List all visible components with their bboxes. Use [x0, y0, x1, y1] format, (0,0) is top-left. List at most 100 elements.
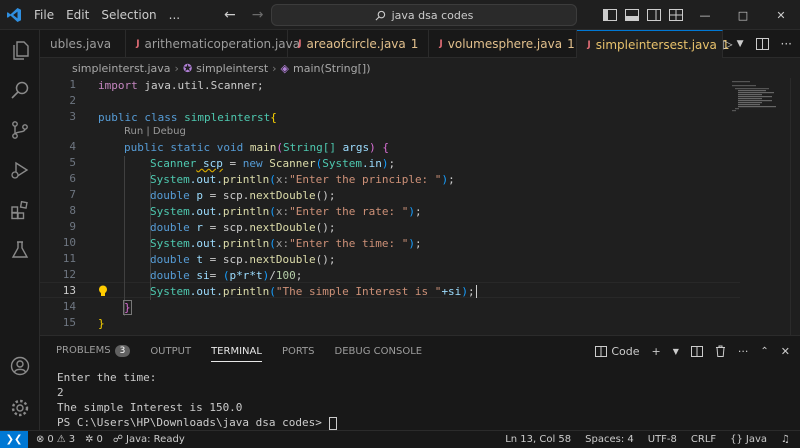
customize-layout-icon[interactable] [666, 5, 686, 25]
search-icon [375, 10, 385, 20]
tab-areaofcircle[interactable]: J areaofcircle.java 1 [288, 30, 430, 58]
code-line-current: System.out.println("The simple Interest … [150, 285, 477, 298]
language-mode[interactable]: {} Java [730, 434, 767, 445]
run-dropdown-icon[interactable]: ▼ [737, 39, 744, 49]
ports-count: 0 [96, 434, 103, 445]
tab-volumesphere[interactable]: J volumesphere.java 1 [429, 30, 578, 58]
error-count: 0 [47, 434, 54, 445]
more-actions-icon[interactable]: ··· [781, 37, 792, 51]
warning-count: 3 [68, 434, 76, 445]
breadcrumb-class[interactable]: simpleinterst [196, 62, 268, 75]
codelens-run-debug[interactable]: Run | Debug [124, 125, 186, 139]
line-number: 2 [69, 94, 76, 107]
toggle-panel-icon[interactable] [622, 5, 642, 25]
back-arrow-icon[interactable]: ← [224, 7, 236, 23]
manage-gear-icon[interactable] [0, 390, 40, 426]
terminal-prompt: PS C:\Users\HP\Downloads\java dsa codes> [57, 416, 329, 429]
explorer-icon[interactable] [0, 32, 40, 68]
terminal-selector[interactable]: Code [595, 344, 640, 358]
terminal-line: The simple Interest is 150.0 [57, 401, 243, 414]
tab-arithematicoperation[interactable]: J arithematicoperation.java [126, 30, 300, 58]
ports-status[interactable]: ✲ 0 [85, 434, 103, 445]
indentation[interactable]: Spaces: 4 [585, 434, 634, 445]
code-line: import java.util.Scanner; [98, 79, 264, 92]
tab-simpleinterst[interactable]: J simpleintersest.java 1 [577, 30, 730, 58]
remote-indicator-icon[interactable]: ❯❮ [0, 430, 28, 448]
more-actions-icon[interactable]: ··· [738, 345, 749, 358]
accounts-icon[interactable] [0, 348, 40, 384]
menu-selection[interactable]: Selection [95, 8, 162, 22]
search-view-icon[interactable] [0, 72, 40, 108]
toggle-primary-sidebar-icon[interactable] [600, 5, 620, 25]
menu-file[interactable]: File [28, 8, 60, 22]
breadcrumb-file[interactable]: simpleinterst.java [72, 62, 171, 75]
tab-problems[interactable]: PROBLEMS 3 [56, 345, 131, 357]
lightbulb-icon[interactable] [96, 283, 110, 297]
editor-scrollbar[interactable] [790, 78, 800, 335]
breadcrumb-method[interactable]: main(String[]) [293, 62, 370, 75]
forward-arrow-icon[interactable]: → [252, 7, 264, 23]
split-terminal-icon[interactable] [690, 345, 703, 357]
new-terminal-icon[interactable]: + [652, 345, 661, 358]
command-center-search[interactable]: java dsa codes [271, 4, 577, 26]
run-and-debug-icon[interactable] [0, 152, 40, 188]
tab-terminal[interactable]: TERMINAL [211, 346, 262, 362]
tab-ports[interactable]: PORTS [282, 346, 315, 357]
line-number: 11 [62, 252, 76, 265]
cursor-position[interactable]: Ln 13, Col 58 [505, 434, 571, 445]
line-number: 3 [69, 110, 76, 123]
line-number: 6 [69, 172, 76, 185]
tab-output[interactable]: OUTPUT [150, 346, 191, 357]
problems-status[interactable]: ⊗ 0 ⚠ 3 [36, 434, 75, 445]
line-number: 12 [62, 268, 76, 281]
close-panel-icon[interactable]: ✕ [781, 345, 790, 358]
encoding[interactable]: UTF-8 [648, 434, 677, 445]
testing-flask-icon[interactable] [0, 232, 40, 268]
problem-count: 1 [567, 37, 575, 51]
java-brackets-icon: ☍ [112, 434, 124, 445]
minimap[interactable] [730, 78, 790, 138]
chevron-right-icon: › [174, 61, 179, 75]
tab-label: volumesphere.java [447, 37, 563, 51]
breadcrumb: simpleinterst.java › ✪ simpleinterst › ◈… [40, 58, 800, 78]
java-status[interactable]: ☍ Java: Ready [113, 434, 185, 445]
problems-count-badge: 3 [114, 345, 131, 357]
extensions-icon[interactable] [0, 192, 40, 228]
minimize-icon[interactable]: — [686, 0, 724, 30]
split-editor-icon[interactable] [755, 37, 769, 50]
maximize-panel-icon[interactable]: ⌃ [760, 346, 768, 357]
line-number: 1 [69, 78, 76, 91]
run-icon[interactable]: ▷ [723, 37, 732, 51]
code-line: } [98, 317, 105, 330]
tab-doubles[interactable]: ubles.java [40, 30, 127, 58]
line-number: 8 [69, 204, 76, 217]
close-window-icon[interactable]: ✕ [762, 0, 800, 30]
line-number: 14 [62, 300, 76, 313]
code-line: System.out.println(x:"Enter the principl… [150, 173, 455, 186]
toggle-secondary-sidebar-icon[interactable] [644, 5, 664, 25]
terminal-dropdown-icon[interactable]: ▼ [673, 347, 679, 356]
end-of-line[interactable]: CRLF [691, 434, 716, 445]
error-icon: ⊗ [36, 434, 45, 445]
code-editor[interactable]: 1 2 3 4 5 6 7 8 9 10 11 12 13 14 15 impo… [40, 78, 800, 335]
code-line: Scanner scp = new Scanner(System.in); [150, 157, 396, 170]
tab-problems-label: PROBLEMS [56, 345, 111, 356]
broadcast-icon: ✲ [85, 434, 94, 445]
line-number: 9 [69, 220, 76, 233]
terminal-output[interactable]: Enter the time: 2 The simple Interest is… [57, 370, 337, 430]
menu-more[interactable]: ... [163, 8, 186, 22]
menu-edit[interactable]: Edit [60, 8, 95, 22]
terminal-name: Code [611, 344, 640, 358]
line-number: 5 [69, 156, 76, 169]
source-control-icon[interactable] [0, 112, 40, 148]
tab-debug-console[interactable]: DEBUG CONSOLE [335, 346, 423, 357]
tab-label: ubles.java [50, 37, 112, 51]
trash-icon[interactable] [715, 345, 726, 357]
indent-guide [124, 156, 125, 316]
code-line: public class simpleinterst{ [98, 111, 277, 124]
code-line: System.out.println(x:"Enter the rate: ")… [150, 205, 422, 218]
code-line: } [123, 300, 132, 315]
line-number: 7 [69, 188, 76, 201]
notifications-bell-icon[interactable]: ♫ [781, 434, 790, 445]
maximize-icon[interactable]: □ [724, 0, 762, 30]
